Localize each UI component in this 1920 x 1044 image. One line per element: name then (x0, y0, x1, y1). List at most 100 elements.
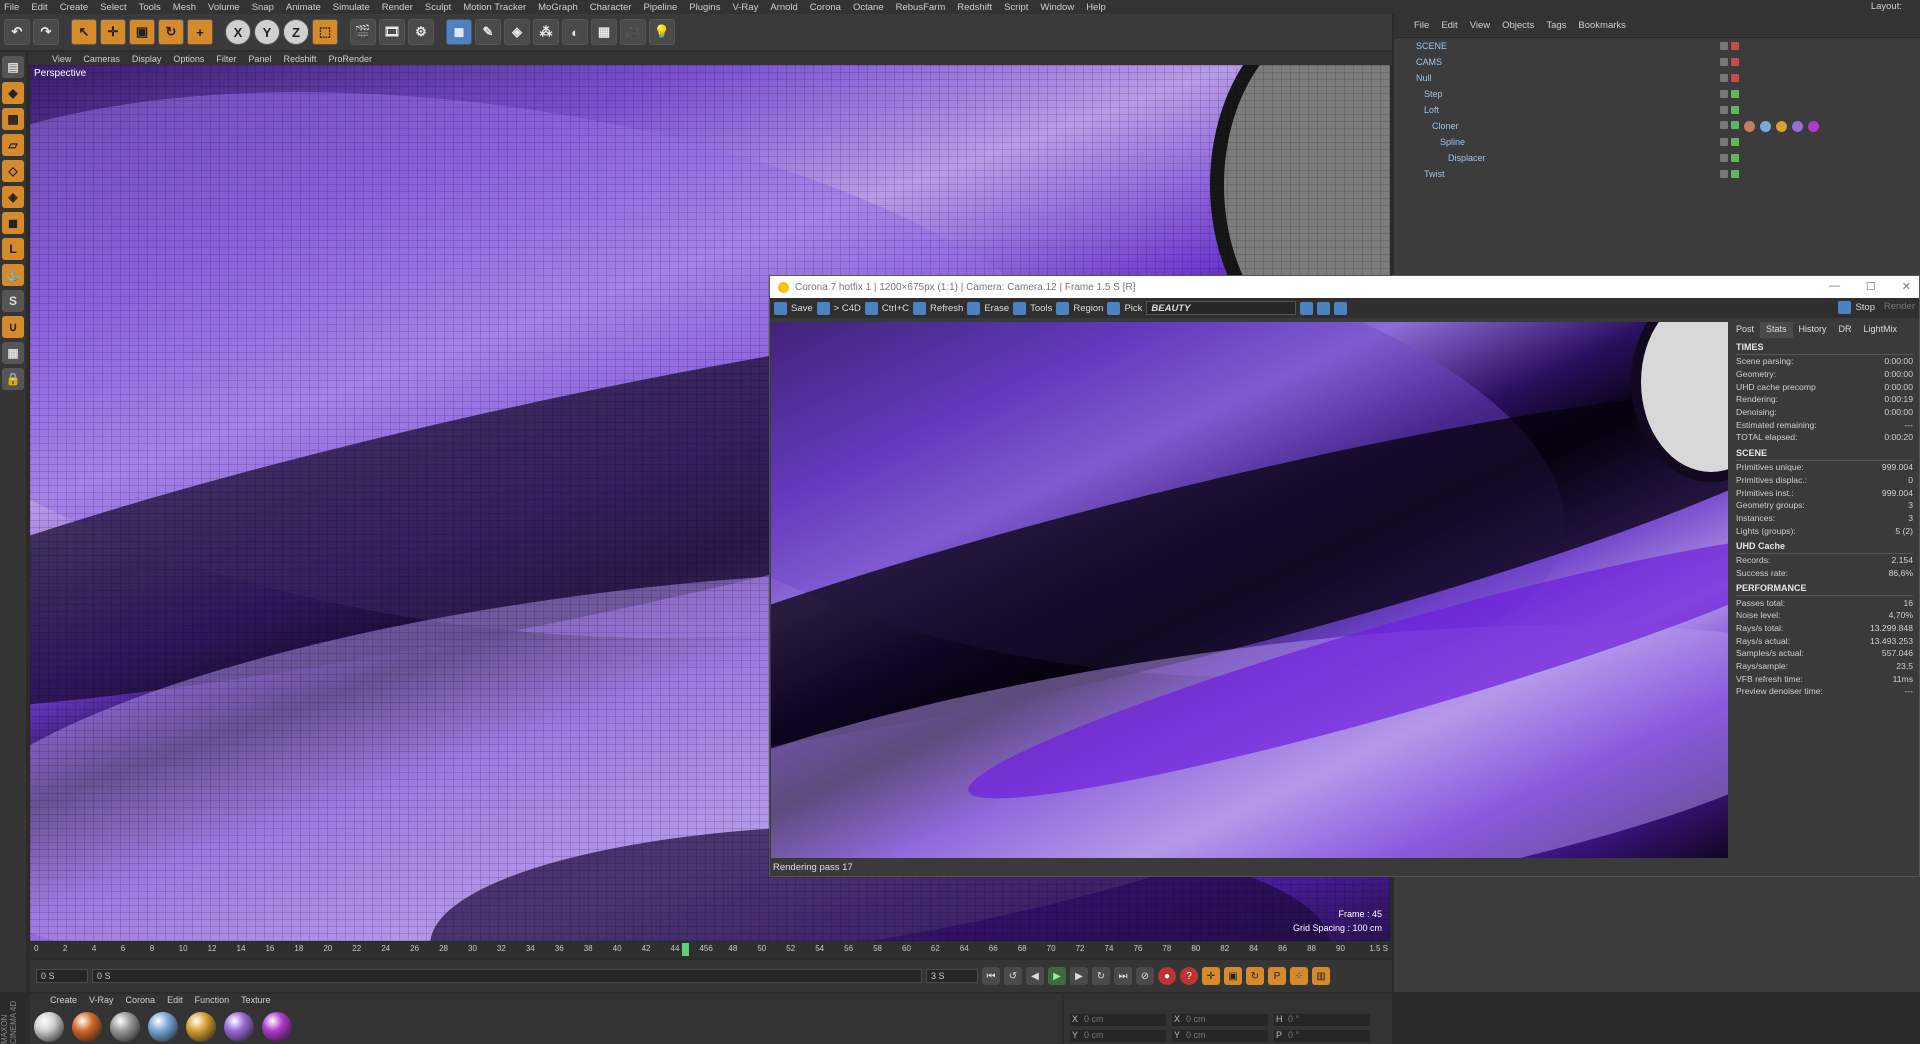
material-menu-function[interactable]: Function (195, 995, 230, 1005)
menu-simulate[interactable]: Simulate (333, 2, 370, 13)
material-menu-edit[interactable]: Edit (167, 995, 183, 1005)
render-view-icon[interactable]: 🎬 (350, 19, 376, 45)
z-axis-lock-icon[interactable]: Z (283, 19, 309, 45)
material-tag-icon[interactable] (1776, 120, 1787, 132)
viewport-menu-options[interactable]: Options (173, 54, 204, 64)
vfb--c4d-button[interactable]: > C4D (834, 303, 861, 314)
pen-icon[interactable]: ✎ (475, 19, 501, 45)
coordinate-field-x[interactable]: X 0 cm (1172, 1014, 1268, 1026)
vfb-tab-dr[interactable]: DR (1833, 322, 1858, 338)
previous-frame-icon[interactable]: ◀ (1026, 967, 1044, 985)
enable-check-icon[interactable] (1731, 154, 1739, 162)
vfb-pick-button[interactable]: Pick (1124, 303, 1142, 314)
enable-check-icon[interactable] (1731, 90, 1739, 98)
coordinate-field-p[interactable]: P 0 ° (1274, 1030, 1370, 1042)
vfb-ctrl-c-button[interactable]: Ctrl+C (882, 303, 909, 314)
material-ball-icon[interactable] (186, 1012, 216, 1042)
maximize-icon[interactable]: ☐ (1866, 280, 1876, 293)
visibility-dot-icon[interactable] (1720, 138, 1728, 146)
menu-script[interactable]: Script (1004, 2, 1028, 13)
viewport-menu-filter[interactable]: Filter (216, 54, 236, 64)
object-name[interactable]: Step (1424, 89, 1443, 99)
viewport-menu-view[interactable]: View (52, 54, 71, 64)
polygons-mode-icon[interactable]: ◼ (2, 212, 24, 234)
motion-record-icon[interactable]: ⊘ (1136, 967, 1154, 985)
record-icon[interactable]: ● (1158, 967, 1176, 985)
menu-mesh[interactable]: Mesh (173, 2, 196, 13)
object-row-step[interactable]: Step (1394, 86, 1920, 102)
cube-icon[interactable]: ◼ (446, 19, 472, 45)
enable-check-icon[interactable] (1731, 138, 1739, 146)
menu-create[interactable]: Create (60, 2, 89, 13)
material-tag-icon[interactable] (1744, 120, 1755, 132)
coordinate-field-y[interactable]: Y 0 cm (1070, 1030, 1166, 1042)
play-icon[interactable]: ▶ (1048, 967, 1066, 985)
viewport-menu-display[interactable]: Display (132, 54, 162, 64)
edges-mode-icon[interactable]: ◈ (2, 186, 24, 208)
next-key-icon[interactable]: ↻ (1092, 967, 1110, 985)
material-menu-texture[interactable]: Texture (241, 995, 271, 1005)
menu-snap[interactable]: Snap (252, 2, 274, 13)
camera-icon[interactable]: 🎥 (620, 19, 646, 45)
object-row-scene[interactable]: SCENE (1394, 38, 1920, 54)
material-tag-icon[interactable] (1760, 120, 1771, 132)
workplane-icon[interactable]: ▱ (2, 134, 24, 156)
vfb-tab-post[interactable]: Post (1730, 322, 1760, 338)
viewport-menu-panel[interactable]: Panel (248, 54, 271, 64)
menu-window[interactable]: Window (1040, 2, 1074, 13)
menu-mograph[interactable]: MoGraph (538, 2, 578, 13)
key-position-icon[interactable]: ✛ (1202, 967, 1220, 985)
visibility-dot-icon[interactable] (1720, 120, 1728, 129)
object-row-displacer[interactable]: Displacer (1394, 150, 1920, 166)
rotate-tool-icon[interactable]: ↻ (158, 19, 184, 45)
transform-tool-icon[interactable]: + (187, 19, 213, 45)
coordinate-field-h[interactable]: H 0 ° (1274, 1014, 1370, 1026)
floor-icon[interactable]: ▦ (591, 19, 617, 45)
material-menu-create[interactable]: Create (50, 995, 77, 1005)
menu-character[interactable]: Character (590, 2, 632, 13)
visibility-dot-icon[interactable] (1720, 74, 1728, 82)
vfb-tab-stats[interactable]: Stats (1760, 322, 1793, 338)
scale-tool-icon[interactable]: ▣ (129, 19, 155, 45)
object-menu-view[interactable]: View (1470, 20, 1490, 31)
menu-plugins[interactable]: Plugins (689, 2, 720, 13)
enable-check-icon[interactable] (1731, 42, 1739, 50)
material-ball-icon[interactable] (224, 1012, 254, 1042)
tweak-mode-icon[interactable]: ⚓ (2, 264, 24, 286)
close-icon[interactable]: ✕ (1902, 280, 1911, 293)
object-menu-edit[interactable]: Edit (1441, 20, 1457, 31)
menu-help[interactable]: Help (1086, 2, 1106, 13)
menu-redshift[interactable]: Redshift (957, 2, 992, 13)
timeline-playhead[interactable] (682, 943, 689, 956)
menu-volume[interactable]: Volume (208, 2, 240, 13)
viewport-menu-prorender[interactable]: ProRender (328, 54, 372, 64)
start-time-field[interactable]: 0 S (36, 969, 88, 983)
go-to-start-icon[interactable]: ⏮ (982, 967, 1000, 985)
material-tag-icon[interactable] (1792, 120, 1803, 132)
vfb-erase-icon[interactable] (967, 301, 981, 315)
coordinate-system-icon[interactable]: ⬚ (312, 19, 338, 45)
object-row-loft[interactable]: Loft (1394, 102, 1920, 118)
workplane-lock-icon[interactable]: ▦ (2, 342, 24, 364)
enable-check-icon[interactable] (1731, 170, 1739, 178)
menu-pipeline[interactable]: Pipeline (643, 2, 677, 13)
magnet-icon[interactable]: ∪ (2, 316, 24, 338)
object-name[interactable]: Loft (1424, 105, 1439, 115)
material-tag-icon[interactable] (1808, 120, 1819, 132)
material-menu-v-ray[interactable]: V-Ray (89, 995, 114, 1005)
material-ball-icon[interactable] (262, 1012, 292, 1042)
object-name[interactable]: SCENE (1416, 41, 1447, 51)
menu-octane[interactable]: Octane (853, 2, 884, 13)
vfb-tab-history[interactable]: History (1793, 322, 1833, 338)
material-ball-icon[interactable] (110, 1012, 140, 1042)
material-ball-icon[interactable] (148, 1012, 178, 1042)
vfb-refresh-button[interactable]: Refresh (930, 303, 963, 314)
visibility-dot-icon[interactable] (1720, 106, 1728, 114)
vfb-titlebar[interactable]: Corona 7 hotfix 1 | 1200×675px (1:1) | C… (770, 276, 1919, 298)
object-row-spline[interactable]: Spline (1394, 134, 1920, 150)
enable-check-icon[interactable] (1731, 106, 1739, 114)
key-rotation-icon[interactable]: ↻ (1246, 967, 1264, 985)
object-menu-objects[interactable]: Objects (1502, 20, 1534, 31)
menu-tools[interactable]: Tools (139, 2, 161, 13)
y-axis-lock-icon[interactable]: Y (254, 19, 280, 45)
